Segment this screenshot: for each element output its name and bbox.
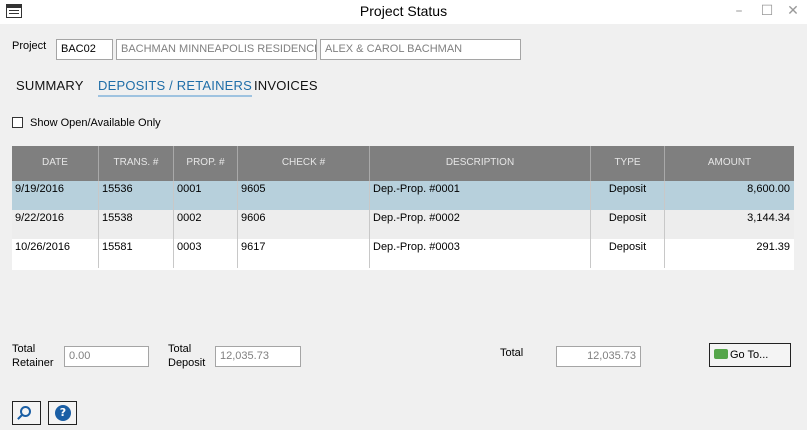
deposits-grid: DATE TRANS. # PROP. # CHECK # DESCRIPTIO… (12, 146, 794, 270)
table-row[interactable]: 9/22/2016 15538 0002 9606 Dep.-Prop. #00… (12, 210, 794, 239)
cell-amount: 291.39 (756, 241, 790, 253)
total-field: 12,035.73 (556, 346, 641, 367)
cell-trans: 15538 (99, 210, 174, 239)
project-code-input[interactable]: BAC02 (56, 39, 113, 60)
total-retainer-field: 0.00 (64, 346, 149, 367)
cell-description: Dep.-Prop. #0001 (370, 181, 591, 210)
cell-prop: 0002 (174, 210, 238, 239)
tab-deposits-retainers[interactable]: DEPOSITS / RETAINERS (98, 78, 253, 97)
search-button[interactable] (12, 401, 41, 425)
window-title: Project Status (359, 3, 448, 19)
maximize-icon[interactable]: ☐ (753, 2, 781, 20)
cell-check: 9617 (238, 239, 370, 268)
cell-description: Dep.-Prop. #0002 (370, 210, 591, 239)
cell-check: 9606 (238, 210, 370, 239)
cell-type: Deposit (591, 210, 665, 239)
table-row[interactable]: 9/19/2016 15536 0001 9605 Dep.-Prop. #00… (12, 181, 794, 210)
cell-description: Dep.-Prop. #0003 (370, 239, 591, 268)
show-open-only-checkbox[interactable] (12, 117, 23, 128)
help-icon: ? (55, 405, 71, 421)
show-open-only-label: Show Open/Available Only (30, 117, 161, 129)
column-header-description[interactable]: DESCRIPTION (370, 146, 591, 181)
tab-summary[interactable]: SUMMARY (16, 78, 84, 93)
total-deposit-label-line1: Total (168, 343, 192, 355)
goto-arrow-icon (714, 349, 728, 360)
project-client-field: ALEX & CAROL BACHMAN (320, 39, 521, 60)
cell-prop: 0001 (174, 181, 238, 210)
cell-date: 9/19/2016 (12, 181, 99, 210)
column-header-check[interactable]: CHECK # (238, 146, 370, 181)
cell-amount: 3,144.34 (747, 212, 790, 224)
minimize-icon[interactable]: – (725, 2, 753, 20)
total-deposit-field: 12,035.73 (215, 346, 301, 367)
cell-type: Deposit (591, 239, 665, 268)
total-retainer-label-line1: Total (12, 343, 36, 355)
column-header-amount[interactable]: AMOUNT (665, 146, 794, 181)
title-bar: Project Status – ☐ ✕ (0, 0, 807, 24)
column-header-date[interactable]: DATE (12, 146, 99, 181)
tab-invoices[interactable]: INVOICES (254, 78, 318, 93)
project-name-field: BACHMAN MINNEAPOLIS RESIDENCE (116, 39, 317, 60)
column-header-type[interactable]: TYPE (591, 146, 665, 181)
grid-header: DATE TRANS. # PROP. # CHECK # DESCRIPTIO… (12, 146, 794, 181)
total-retainer-label-line2: Retainer (12, 357, 54, 369)
goto-button[interactable]: Go To... (709, 343, 791, 367)
search-icon (20, 406, 31, 417)
cell-date: 10/26/2016 (12, 239, 99, 268)
column-header-prop[interactable]: PROP. # (174, 146, 238, 181)
column-header-trans[interactable]: TRANS. # (99, 146, 174, 181)
total-deposit-label-line2: Deposit (168, 357, 206, 369)
table-row[interactable]: 10/26/2016 15581 0003 9617 Dep.-Prop. #0… (12, 239, 794, 268)
project-label: Project (12, 40, 47, 52)
cell-amount: 8,600.00 (747, 183, 790, 195)
goto-button-label: Go To... (730, 349, 769, 361)
cell-prop: 0003 (174, 239, 238, 268)
cell-trans: 15581 (99, 239, 174, 268)
cell-date: 9/22/2016 (12, 210, 99, 239)
total-label: Total (500, 347, 524, 359)
close-icon[interactable]: ✕ (779, 2, 807, 20)
help-button[interactable]: ? (48, 401, 77, 425)
cell-check: 9605 (238, 181, 370, 210)
cell-trans: 15536 (99, 181, 174, 210)
cell-type: Deposit (591, 181, 665, 210)
